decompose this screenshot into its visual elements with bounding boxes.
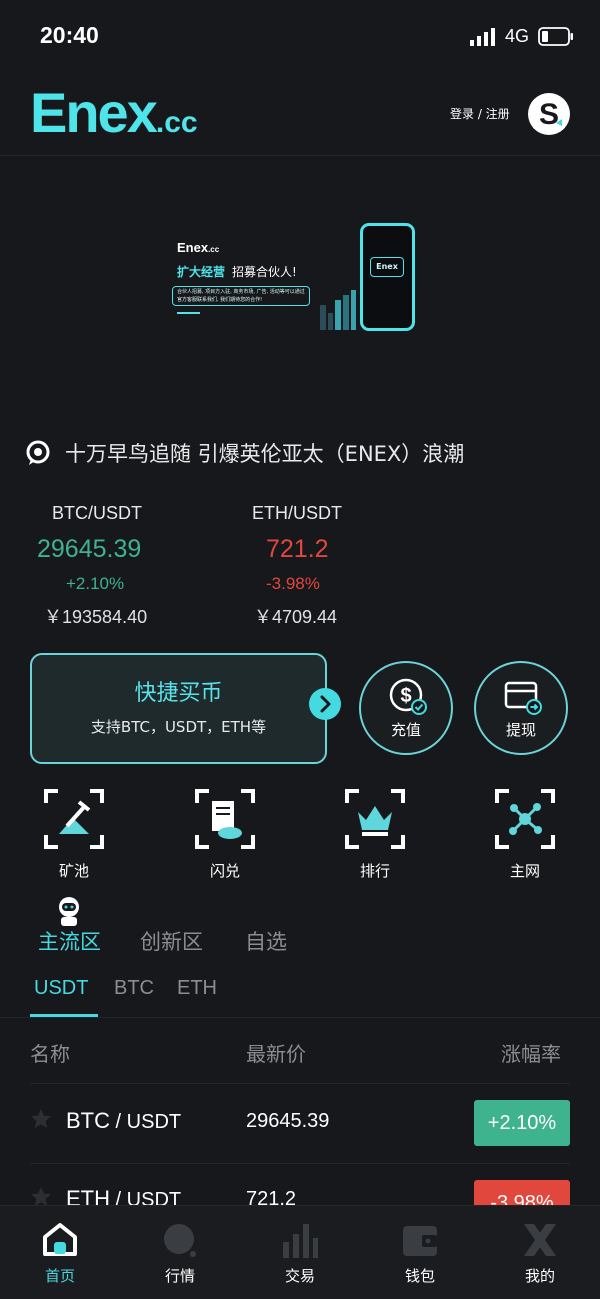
ticker-eth[interactable]: ETH/USDT 721.2 -3.98% ￥4709.44: [240, 500, 390, 630]
column-header-change: 涨幅率: [501, 1042, 561, 1066]
nav-label: 交易: [284, 1267, 315, 1285]
nav-trade[interactable]: 交易: [260, 1216, 340, 1292]
avatar[interactable]: S: [528, 93, 570, 135]
ticker-btc[interactable]: BTC/USDT 29645.39 +2.10% ￥193584.40: [30, 500, 190, 630]
latest-price: 29645.39: [246, 1110, 330, 1132]
withdraw-label: 提现: [505, 721, 536, 739]
nav-profile[interactable]: 我的: [500, 1216, 580, 1292]
ticker-change: +2.10%: [66, 574, 125, 593]
login-register-link[interactable]: 登录 / 注册: [450, 105, 510, 122]
announcement-text[interactable]: 十万早鸟追随 引爆英伦亚太（ENEX）浪潮: [65, 438, 464, 468]
quick-buy-card[interactable]: [30, 653, 327, 764]
quick-buy-title: 快捷买币: [134, 681, 223, 706]
feature-label: 矿池: [58, 862, 89, 880]
mining-pool-icon: [44, 789, 104, 849]
feature-label: 主网: [509, 862, 540, 880]
logo-text: Enex: [30, 81, 158, 144]
nav-market[interactable]: 行情: [140, 1216, 220, 1292]
zone-tab-innovation[interactable]: 创新区: [140, 926, 203, 956]
pair-name: BTC / USDT: [66, 1108, 181, 1134]
banner-phone-label: Enex: [370, 257, 404, 277]
ticker-pair: ETH/USDT: [252, 503, 342, 523]
column-header-price: 最新价: [246, 1042, 306, 1066]
feature-mining-pool[interactable]: 矿池: [34, 786, 114, 886]
status-time: 20:40: [40, 22, 99, 48]
ticker-price: 721.2: [266, 535, 329, 563]
banner-brand-text: Enex: [177, 240, 209, 255]
astronaut-mascot-icon: [59, 897, 79, 926]
wallet-icon: [403, 1226, 437, 1256]
deposit-dollar-icon: $: [389, 678, 427, 715]
banner-title: 招募合伙人!: [232, 265, 297, 279]
banner-brand: Enex.cc: [177, 240, 219, 255]
bottom-navigation: 首页 行情 交易 钱包 我的: [0, 1205, 600, 1299]
deposit-button[interactable]: $ 充值: [359, 661, 453, 755]
banner-phone-graphic: [360, 223, 415, 331]
ticker-cny-price: ￥193584.40: [44, 607, 148, 627]
feature-ranking[interactable]: 排行: [335, 786, 415, 886]
battery-icon: [538, 27, 573, 46]
pair-base: BTC: [66, 1108, 110, 1133]
feature-flash-swap[interactable]: 闪兑: [185, 786, 265, 886]
withdraw-card-icon: [504, 681, 542, 715]
avatar-s-icon: S: [539, 98, 562, 131]
banner-note: 合伙人招募, 项目方入驻, 商务市场, 广告, 活动等可以通过官方客服联系我们,…: [172, 286, 310, 306]
nav-label: 我的: [524, 1267, 555, 1285]
tabs-divider: [0, 1017, 600, 1018]
table-row[interactable]: BTC / USDT 29645.39 +2.10%: [0, 1084, 600, 1164]
ranking-crown-icon: [345, 789, 405, 849]
trade-bars-icon: [283, 1224, 318, 1258]
home-icon: [43, 1223, 77, 1256]
chevron-right-icon[interactable]: [309, 688, 341, 720]
nav-label: 钱包: [404, 1267, 435, 1285]
pair-quote: / USDT: [110, 1111, 182, 1133]
ticker-change: -3.98%: [266, 574, 320, 593]
column-header-name: 名称: [30, 1042, 70, 1066]
currency-tab-btc[interactable]: BTC: [114, 977, 154, 1000]
zone-tab-mainstream[interactable]: 主流区: [38, 926, 101, 956]
currency-tab-usdt[interactable]: USDT: [34, 977, 88, 1000]
feature-mainnet[interactable]: 主网: [485, 786, 565, 886]
deposit-label: 充值: [390, 721, 421, 739]
change-badge[interactable]: +2.10%: [474, 1100, 570, 1146]
ticker-price: 29645.39: [37, 535, 142, 563]
ticker-pair: BTC/USDT: [52, 503, 142, 523]
nav-wallet[interactable]: 钱包: [380, 1216, 460, 1292]
withdraw-button[interactable]: 提现: [474, 661, 568, 755]
announcement-icon: [26, 440, 50, 465]
header-divider: [0, 155, 600, 156]
mainnet-node-icon: [495, 789, 555, 849]
enex-logo[interactable]: Enex.cc: [30, 78, 200, 148]
feature-label: 排行: [359, 862, 390, 880]
network-type: 4G: [505, 26, 530, 46]
svg-text:$: $: [400, 685, 411, 707]
currency-tab-eth[interactable]: ETH: [177, 977, 217, 1000]
feature-label: 闪兑: [209, 862, 240, 880]
nav-label: 首页: [44, 1267, 75, 1285]
avatar-letter: S: [539, 98, 559, 131]
banner-brand-suffix: .cc: [208, 245, 220, 254]
quick-buy-subtitle: 支持BTC，USDT，ETH等: [90, 718, 267, 736]
ticker-cny-price: ￥4709.44: [254, 607, 338, 627]
flash-swap-icon: [195, 789, 255, 849]
star-icon[interactable]: [29, 1107, 53, 1131]
market-search-icon: [164, 1224, 196, 1257]
zone-tab-favorites[interactable]: 自选: [245, 926, 287, 956]
signal-strength-icon: [470, 28, 495, 46]
nav-home[interactable]: 首页: [20, 1216, 100, 1292]
profile-x-icon: [524, 1224, 556, 1256]
nav-label: 行情: [164, 1267, 195, 1285]
logo-suffix: .cc: [155, 106, 198, 139]
banner-title-highlight: 扩大经营: [177, 265, 226, 279]
